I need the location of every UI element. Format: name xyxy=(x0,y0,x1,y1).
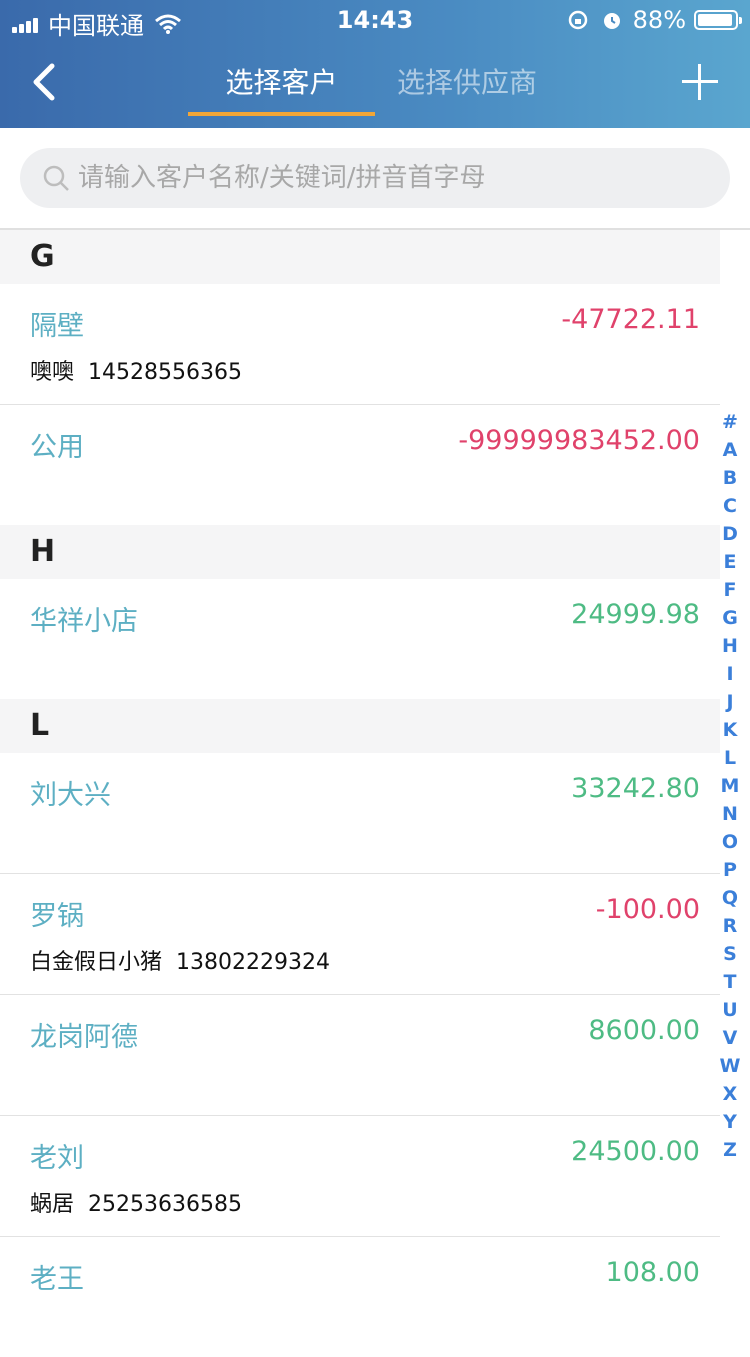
index-letter[interactable]: K xyxy=(723,716,738,744)
customer-amount: 33242.80 xyxy=(571,773,700,804)
search-icon xyxy=(43,165,69,191)
list-item[interactable]: 刘大兴 33242.80 xyxy=(0,753,720,874)
index-letter[interactable]: A xyxy=(723,436,738,464)
nav-bar: 选择客户 选择供应商 xyxy=(0,40,750,128)
customer-amount: -100.00 xyxy=(595,894,700,925)
rotation-lock-icon xyxy=(568,10,587,30)
index-letter[interactable]: I xyxy=(726,660,733,688)
index-letter[interactable]: M xyxy=(721,772,740,800)
index-letter[interactable]: U xyxy=(722,996,737,1024)
section-header: H xyxy=(0,525,720,579)
add-icon[interactable] xyxy=(682,64,718,100)
tab-select-supplier[interactable]: 选择供应商 xyxy=(375,40,559,116)
tab-bar: 选择客户 选择供应商 xyxy=(188,40,559,128)
status-bar: 中国联通 14:43 88% xyxy=(0,0,750,40)
customer-amount: 24999.98 xyxy=(571,599,700,630)
index-letter[interactable]: Q xyxy=(722,884,738,912)
section-header: G xyxy=(0,230,720,284)
contact-phone: 25253636585 xyxy=(88,1192,242,1217)
index-letter[interactable]: R xyxy=(723,912,738,940)
index-letter[interactable]: E xyxy=(724,548,737,576)
index-letter[interactable]: X xyxy=(723,1080,738,1108)
list-item[interactable]: 龙岗阿德 8600.00 xyxy=(0,995,720,1116)
battery-percent: 88% xyxy=(632,6,686,34)
list-item[interactable]: 隔壁 -47722.11 噢噢 14528556365 xyxy=(0,284,720,405)
customer-amount: 24500.00 xyxy=(571,1136,700,1167)
customer-amount: 8600.00 xyxy=(588,1015,700,1046)
customer-list: G 隔壁 -47722.11 噢噢 14528556365 公用 -9999998… xyxy=(0,230,720,1357)
index-letter[interactable]: W xyxy=(720,1052,741,1080)
alarm-icon xyxy=(603,13,620,29)
list-item[interactable]: 罗锅 -100.00 白金假日小猪 13802229324 xyxy=(0,874,720,995)
contact-name: 白金假日小猪 xyxy=(30,950,163,975)
section-header: L xyxy=(0,699,720,753)
index-letter[interactable]: # xyxy=(722,408,738,436)
search-bar[interactable] xyxy=(20,148,730,208)
alphabet-index[interactable]: # A B C D E F G H I J K L M N O P Q R S T U V W X Y Z xyxy=(716,408,744,1164)
customer-name: 公用 xyxy=(30,432,84,463)
index-letter[interactable]: T xyxy=(724,968,737,996)
customer-contact: 蜗居 25253636585 xyxy=(30,1186,242,1218)
customer-contact: 噢噢 14528556365 xyxy=(30,354,242,386)
battery-icon xyxy=(694,10,742,30)
index-letter[interactable]: O xyxy=(722,828,738,856)
status-right: 88% xyxy=(567,6,742,34)
index-letter[interactable]: H xyxy=(722,632,738,660)
contact-phone: 14528556365 xyxy=(88,360,242,385)
index-letter[interactable]: D xyxy=(722,520,738,548)
list-item[interactable]: 老王 108.00 xyxy=(0,1237,720,1357)
header: 中国联通 14:43 88% 选择客户 选择供应商 xyxy=(0,0,750,128)
customer-name: 老刘 xyxy=(30,1143,84,1174)
contact-phone: 13802229324 xyxy=(176,950,330,975)
customer-name: 龙岗阿德 xyxy=(30,1022,138,1053)
customer-name: 华祥小店 xyxy=(30,606,138,637)
list-item[interactable]: 公用 -99999983452.00 xyxy=(0,405,720,525)
index-letter[interactable]: L xyxy=(724,744,736,772)
back-icon[interactable] xyxy=(28,62,62,102)
contact-name: 噢噢 xyxy=(30,360,75,385)
customer-name: 刘大兴 xyxy=(30,780,111,811)
list-item[interactable]: 华祥小店 24999.98 xyxy=(0,579,720,699)
customer-contact: 白金假日小猪 13802229324 xyxy=(30,944,330,976)
customer-name: 老王 xyxy=(30,1264,84,1295)
list-item[interactable]: 老刘 24500.00 蜗居 25253636585 xyxy=(0,1116,720,1237)
index-letter[interactable]: C xyxy=(723,492,737,520)
index-letter[interactable]: B xyxy=(723,464,737,492)
customer-name: 隔壁 xyxy=(30,311,84,342)
index-letter[interactable]: F xyxy=(724,576,737,604)
search-input[interactable] xyxy=(76,162,700,194)
index-letter[interactable]: Z xyxy=(723,1136,737,1164)
tab-select-customer[interactable]: 选择客户 xyxy=(188,40,375,116)
index-letter[interactable]: G xyxy=(722,604,738,632)
index-letter[interactable]: S xyxy=(723,940,737,968)
customer-amount: -99999983452.00 xyxy=(458,425,700,456)
index-letter[interactable]: Y xyxy=(723,1108,737,1136)
contact-name: 蜗居 xyxy=(30,1192,75,1217)
customer-amount: 108.00 xyxy=(605,1257,700,1288)
index-letter[interactable]: V xyxy=(723,1024,738,1052)
index-letter[interactable]: J xyxy=(726,688,733,716)
customer-amount: -47722.11 xyxy=(561,304,700,335)
index-letter[interactable]: N xyxy=(722,800,738,828)
index-letter[interactable]: P xyxy=(723,856,737,884)
customer-name: 罗锅 xyxy=(30,901,84,932)
